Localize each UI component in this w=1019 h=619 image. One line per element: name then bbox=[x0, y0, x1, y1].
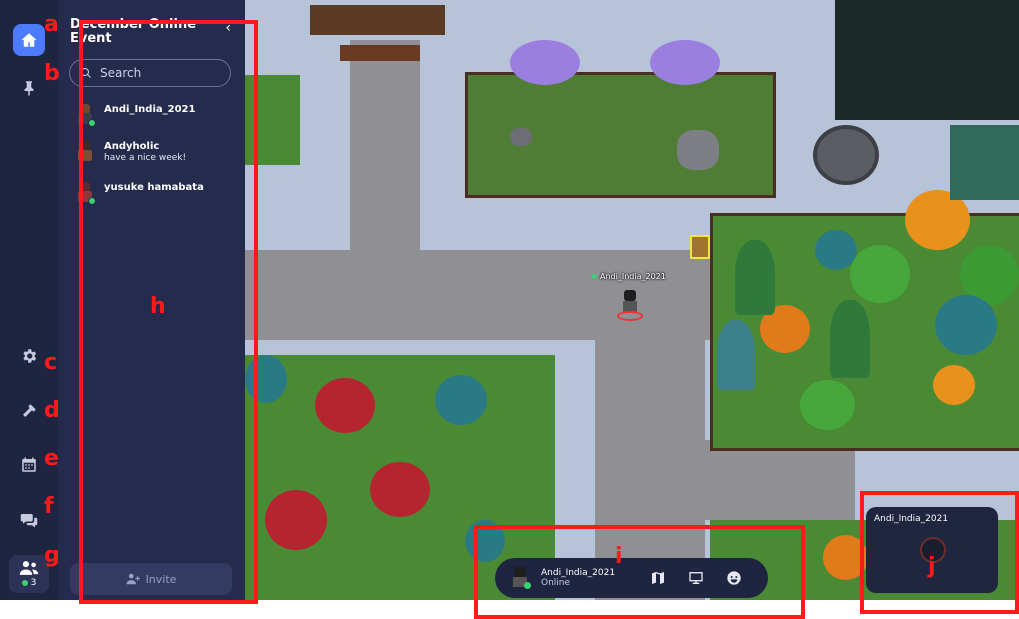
dark-void bbox=[835, 0, 1019, 120]
online-count: 3 bbox=[21, 578, 37, 588]
annotation-box-i bbox=[474, 525, 805, 619]
purple-tree bbox=[510, 40, 580, 85]
annotation-label-d: d bbox=[44, 398, 60, 423]
annotation-label-f: f bbox=[44, 494, 54, 519]
home-button[interactable] bbox=[13, 24, 45, 56]
pine-tree bbox=[735, 240, 775, 315]
red-tree bbox=[265, 490, 327, 550]
build-button[interactable] bbox=[13, 395, 45, 427]
annotation-label-h: h bbox=[150, 294, 166, 319]
annotation-label-e: e bbox=[44, 446, 59, 471]
users-icon bbox=[19, 561, 39, 575]
annotation-label-c: c bbox=[44, 350, 58, 375]
player-name-tag: Andi_India_2021 bbox=[592, 272, 666, 281]
annotation-label-b: b bbox=[44, 61, 60, 86]
chat-button[interactable] bbox=[13, 504, 45, 536]
annotation-label-g: g bbox=[44, 543, 60, 568]
build-hammer-icon bbox=[23, 404, 36, 417]
online-dot bbox=[21, 580, 28, 586]
gear-icon bbox=[23, 349, 37, 363]
stone-path bbox=[695, 440, 855, 520]
info-sign[interactable] bbox=[690, 235, 710, 259]
rock bbox=[510, 128, 532, 146]
pin-icon bbox=[24, 81, 34, 96]
annotation-label-j: j bbox=[928, 554, 936, 579]
fountain bbox=[813, 125, 879, 185]
green-tree bbox=[800, 380, 855, 430]
teal-tree bbox=[435, 375, 487, 425]
rock bbox=[677, 130, 719, 170]
player-avatar[interactable] bbox=[617, 290, 643, 321]
calendar-icon bbox=[22, 457, 36, 472]
annotation-box-j bbox=[860, 491, 1019, 614]
orange-tree bbox=[933, 365, 975, 405]
chat-icon bbox=[20, 514, 38, 528]
participants-button[interactable]: 3 bbox=[9, 555, 49, 593]
pin-button[interactable] bbox=[13, 72, 45, 104]
teal-tree bbox=[935, 295, 997, 355]
annotation-label-a: a bbox=[44, 12, 59, 37]
player-name: Andi_India_2021 bbox=[600, 272, 666, 281]
purple-tree bbox=[650, 40, 720, 85]
red-tree bbox=[370, 462, 430, 517]
pine-tree bbox=[830, 300, 870, 378]
settings-button[interactable] bbox=[13, 340, 45, 372]
pine-tree bbox=[717, 320, 755, 390]
flower-bed bbox=[950, 125, 1019, 200]
stone-path bbox=[350, 40, 420, 250]
calendar-button[interactable] bbox=[13, 449, 45, 481]
annotation-label-i: i bbox=[615, 544, 623, 569]
online-count-value: 3 bbox=[30, 578, 37, 588]
home-icon bbox=[21, 33, 37, 47]
green-tree bbox=[850, 245, 910, 303]
bench bbox=[340, 45, 420, 61]
annotation-box-h bbox=[79, 20, 258, 604]
planter bbox=[310, 5, 445, 35]
teal-tree bbox=[815, 230, 857, 270]
red-tree bbox=[315, 378, 375, 433]
online-dot bbox=[592, 274, 597, 279]
